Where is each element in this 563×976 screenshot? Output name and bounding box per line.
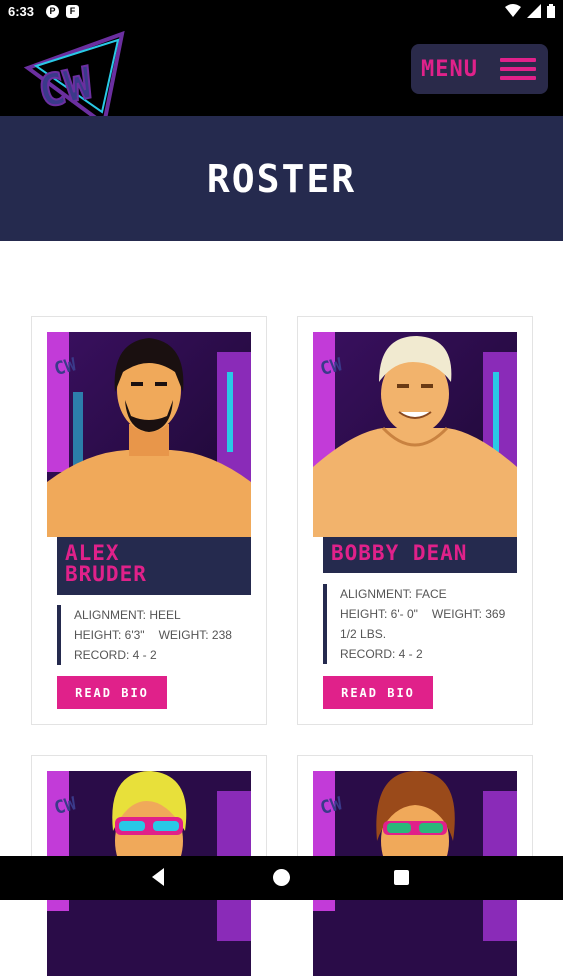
home-icon[interactable] [273,869,290,886]
weight-text: WEIGHT: 238 [158,628,232,642]
status-time: 6:33 [8,4,35,19]
wrestler-portrait: CW [47,332,251,537]
wrestler-stats: ALIGNMENT: HEEL HEIGHT: 6'3" WEIGHT: 238 … [57,605,232,665]
record-text: RECORD: 4 - 2 [74,648,157,662]
site-header: CW MENU [0,24,563,128]
back-icon[interactable] [152,868,164,886]
alignment-text: ALIGNMENT: FACE [340,587,447,601]
roster-card: CW ALEX BRUDER ALIGNMENT: HEEL HEIGHT: 6… [31,316,267,725]
alignment-text: ALIGNMENT: HEEL [74,608,181,622]
height-text: HEIGHT: 6'- 0" [340,607,418,621]
wrestler-name-plate: ALEX BRUDER [57,537,251,595]
menu-label: MENU [421,56,478,82]
hamburger-icon [500,58,536,80]
logo-text: CW [34,57,97,118]
notification-icon: P [46,5,59,18]
wrestler-name-plate: BOBBY DEAN [323,537,517,573]
weight-continued-text: 1/2 LBS. [340,627,387,641]
record-text: RECORD: 4 - 2 [340,647,423,661]
wrestler-name: ALEX [65,541,120,565]
notification-icon: F [66,5,79,18]
read-bio-button[interactable]: READ BIO [57,676,167,709]
wrestler-stats: ALIGNMENT: FACE HEIGHT: 6'- 0" WEIGHT: 36… [323,584,505,664]
read-bio-button[interactable]: READ BIO [323,676,433,709]
wrestler-name: BOBBY DEAN [331,541,468,565]
system-nav-bar [0,856,563,900]
menu-button[interactable]: MENU [411,44,548,94]
status-bar: 6:33 P F [0,0,563,24]
page-banner: ROSTER [0,116,563,241]
wrestler-name: BRUDER [65,562,147,586]
height-text: HEIGHT: 6'3" [74,628,145,642]
page-title: ROSTER [206,156,357,201]
roster-card: CW BOBBY DEAN ALIGNMENT: FACE HEIGHT: 6'… [297,316,533,725]
wrestler-portrait: CW [313,332,517,537]
recent-apps-icon[interactable] [394,870,409,885]
weight-text: WEIGHT: 369 [431,607,506,621]
battery-icon [547,4,555,18]
wifi-icon [505,4,521,17]
signal-icon [527,4,541,18]
cw-logo[interactable]: CW [22,28,132,128]
